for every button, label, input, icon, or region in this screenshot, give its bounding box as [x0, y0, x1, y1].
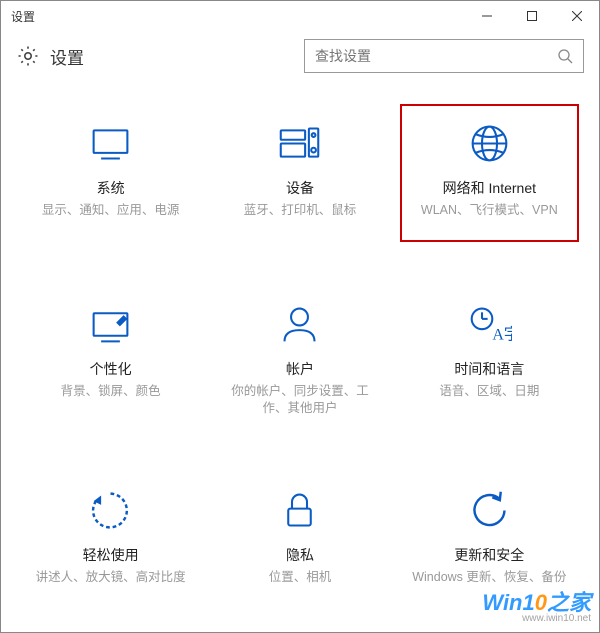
ease-of-access-icon: [88, 488, 133, 533]
tile-desc: 你的帐户、同步设置、工作、其他用户: [220, 383, 380, 418]
header: 设置: [1, 31, 599, 81]
tile-desc: 背景、锁屏、颜色: [61, 383, 161, 401]
personalization-icon: [88, 302, 133, 347]
tile-title: 网络和 Internet: [443, 178, 536, 198]
tile-title: 帐户: [286, 359, 314, 379]
globe-icon: [467, 121, 512, 166]
titlebar: 设置: [1, 1, 599, 31]
close-button[interactable]: [554, 1, 599, 31]
tile-system[interactable]: 系统 显示、通知、应用、电源: [21, 111, 200, 242]
gear-icon: [16, 44, 40, 68]
titlebar-controls: [464, 1, 599, 31]
tile-desc: 语音、区域、日期: [439, 383, 539, 401]
search-icon: [557, 48, 573, 64]
svg-text:A字: A字: [492, 325, 512, 343]
devices-icon: [277, 121, 322, 166]
tile-network[interactable]: 网络和 Internet WLAN、飞行模式、VPN: [400, 104, 579, 242]
tile-personalization[interactable]: 个性化 背景、锁屏、颜色: [21, 292, 200, 428]
tile-desc: WLAN、飞行模式、VPN: [421, 202, 558, 220]
search-input[interactable]: [315, 48, 557, 64]
time-language-icon: A字: [467, 302, 512, 347]
tile-title: 设备: [286, 178, 314, 198]
accounts-icon: [277, 302, 322, 347]
window-title: 设置: [11, 8, 35, 25]
tile-title: 隐私: [286, 545, 314, 565]
minimize-button[interactable]: [464, 1, 509, 31]
tile-privacy[interactable]: 隐私 位置、相机: [210, 478, 389, 597]
tile-time-language[interactable]: A字 时间和语言 语音、区域、日期: [400, 292, 579, 428]
tile-title: 个性化: [90, 359, 132, 379]
tile-desc: 显示、通知、应用、电源: [42, 202, 180, 220]
lock-icon: [277, 488, 322, 533]
tile-devices[interactable]: 设备 蓝牙、打印机、鼠标: [210, 111, 389, 242]
tile-update-security[interactable]: 更新和安全 Windows 更新、恢复、备份: [400, 478, 579, 597]
search-box[interactable]: [304, 39, 584, 73]
tile-title: 时间和语言: [454, 359, 524, 379]
tile-desc: 蓝牙、打印机、鼠标: [244, 202, 357, 220]
tile-ease-of-access[interactable]: 轻松使用 讲述人、放大镜、高对比度: [21, 478, 200, 597]
settings-grid: 系统 显示、通知、应用、电源 设备 蓝牙、打印机、鼠标 网络和 Internet…: [1, 81, 599, 616]
tile-desc: 讲述人、放大镜、高对比度: [36, 569, 186, 587]
tile-title: 轻松使用: [83, 545, 139, 565]
tile-accounts[interactable]: 帐户 你的帐户、同步设置、工作、其他用户: [210, 292, 389, 428]
tile-title: 系统: [97, 178, 125, 198]
page-title: 设置: [50, 44, 84, 69]
tile-title: 更新和安全: [454, 545, 524, 565]
maximize-button[interactable]: [509, 1, 554, 31]
system-icon: [88, 121, 133, 166]
update-icon: [467, 488, 512, 533]
tile-desc: 位置、相机: [269, 569, 332, 587]
tile-desc: Windows 更新、恢复、备份: [412, 569, 566, 587]
